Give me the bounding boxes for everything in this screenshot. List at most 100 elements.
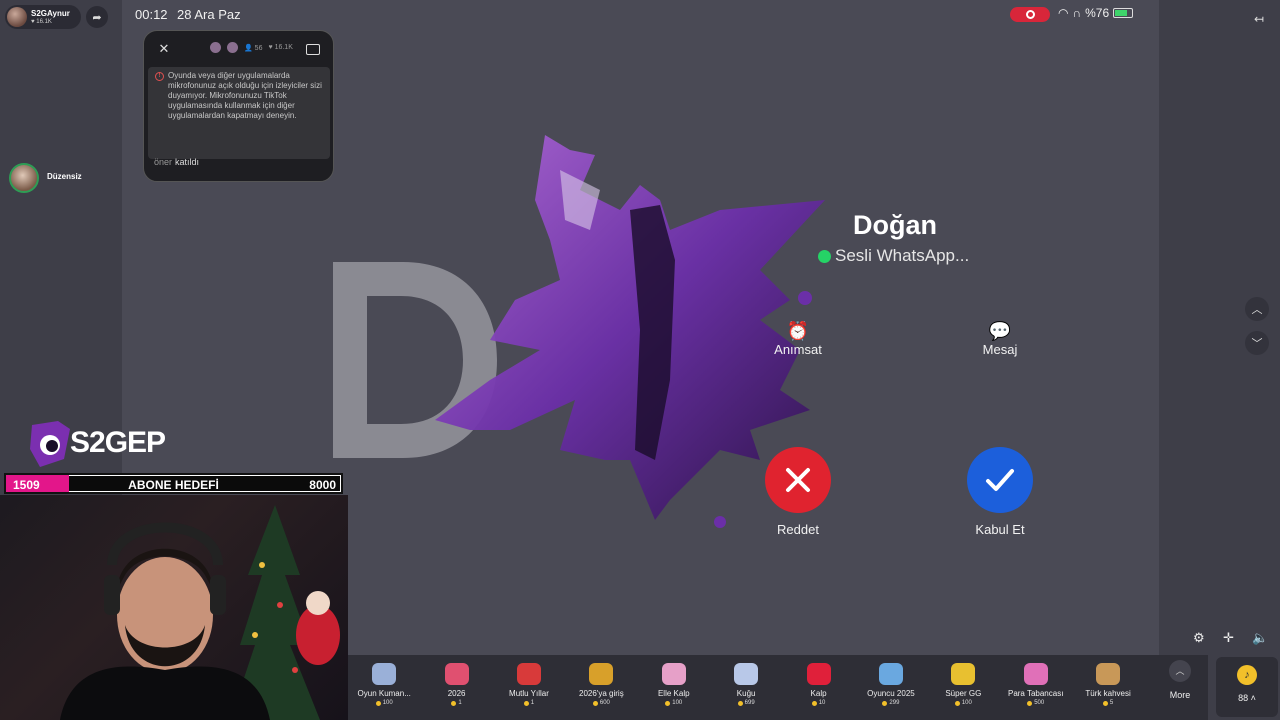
gift-item[interactable]: Kalp 10 [782, 655, 854, 720]
gift-bar: Oyun Kuman... 100 2026 1 Mutlu Yıllar 1 2026'y… [348, 655, 1208, 720]
record-icon [1025, 10, 1035, 19]
window-icon[interactable] [306, 44, 320, 55]
host-likes: ♥ 16.1K [31, 18, 52, 25]
gift-item[interactable]: Süper GG 100 [927, 655, 999, 720]
gift-icon [1023, 663, 1048, 685]
gift-icon [951, 663, 976, 685]
gift-name: Elle Kalp [657, 689, 690, 698]
gift-price: 1 [493, 700, 565, 706]
gift-price-value: 600 [599, 700, 610, 706]
host-chip[interactable]: S2GAynur ♥ 16.1K [5, 5, 81, 29]
overlay-stats: 👤 56 ♥ 16.1K [210, 42, 293, 53]
gift-icon [589, 663, 614, 685]
coin-icon [375, 700, 381, 706]
message-button[interactable]: 💬 Mesaj [970, 320, 1030, 357]
status-icons: ◠ ∩ %76 [1058, 6, 1134, 20]
gift-name: 2026 [447, 689, 466, 698]
coin-icon [451, 700, 457, 706]
host-name: S2GAynur [31, 8, 70, 18]
gift-price-value: 100 [672, 700, 683, 706]
decline-label: Reddet [777, 522, 819, 537]
coin-icon [1102, 700, 1108, 706]
gift-icon [516, 663, 541, 685]
volume-icon[interactable]: 🔈 [1252, 630, 1268, 646]
gift-price: 5 [1072, 700, 1144, 706]
gift-icon [878, 663, 903, 685]
like-count-value: 16.1K [274, 44, 293, 51]
gift-item[interactable]: Kuğu 699 [710, 655, 782, 720]
gift-price: 100 [348, 700, 420, 706]
viewer-avatar[interactable] [9, 163, 39, 193]
mini-avatar [227, 42, 238, 53]
close-icon [786, 468, 810, 492]
battery-level [1115, 10, 1128, 16]
chevron-up-icon[interactable]: ︿ [1245, 297, 1269, 321]
gift-price-value: 100 [382, 700, 393, 706]
gift-icon [372, 663, 397, 685]
collapse-panel-icon[interactable]: ↤ [1254, 12, 1264, 26]
subscriber-goal-bar: 1509 ABONE HEDEFİ 8000 [4, 473, 343, 494]
tiktok-coin-icon: ♪ [1237, 665, 1257, 685]
gift-item[interactable]: 2026'ya giriş 600 [565, 655, 637, 720]
live-overlay-card: ✕ 👤 56 ♥ 16.1K ! Oyunda veya diğer uygul… [143, 30, 334, 182]
battery-percent: %76 [1085, 6, 1110, 20]
decline-button[interactable] [765, 447, 831, 513]
gift-price: 100 [638, 700, 710, 706]
coin-wallet[interactable]: ♪ 88 ˄ [1216, 657, 1278, 717]
gift-item[interactable]: Para Tabancası 500 [1000, 655, 1072, 720]
host-likes-count: 16.1K [36, 18, 52, 25]
accept-button[interactable] [967, 447, 1033, 513]
gift-item[interactable]: Elle Kalp 100 [638, 655, 710, 720]
gift-item[interactable]: Oyun Kuman... 100 [348, 655, 420, 720]
gift-icon [806, 663, 831, 685]
close-icon[interactable]: ✕ [154, 41, 174, 61]
chevron-up-icon: ︿ [1169, 660, 1191, 682]
mic-warning: ! Oyunda veya diğer uygulamalarda mikrof… [148, 67, 330, 159]
coin-icon [954, 700, 960, 706]
gift-name: Oyuncu 2025 [867, 689, 915, 698]
minimize-icon[interactable]: ✛ [1223, 630, 1234, 646]
gift-icon [734, 663, 759, 685]
more-gifts-button[interactable]: ︿ More [1160, 660, 1200, 700]
gift-price: 600 [565, 700, 637, 706]
whatsapp-icon [818, 249, 831, 263]
gift-item[interactable]: 2026 1 [420, 655, 492, 720]
gift-price-value: 699 [744, 700, 755, 706]
caller-name: Doğan [853, 210, 937, 240]
gift-name: 2026'ya giriş [579, 689, 624, 698]
coin-icon [665, 700, 671, 706]
viewer-name: Düzensiz [47, 172, 82, 181]
webcam-scene [60, 505, 340, 720]
gift-item[interactable]: Oyuncu 2025 299 [855, 655, 927, 720]
gift-price-value: 1 [530, 700, 535, 706]
like-count: ♥ 16.1K [268, 44, 293, 51]
coin-icon [1027, 700, 1033, 706]
goal-title: ABONE HEDEFİ [128, 478, 219, 492]
battery-icon [1113, 8, 1134, 18]
call-type-label: Sesli WhatsApp... [835, 246, 970, 265]
status-date: 28 Ara Paz [177, 7, 241, 22]
share-icon[interactable]: ➦ [86, 6, 108, 28]
gift-price-value: 100 [961, 700, 972, 706]
chevron-down-icon[interactable]: ﹀ [1245, 331, 1269, 355]
streamer-webcam [0, 495, 348, 720]
joined-text: katıldı [175, 157, 200, 167]
gift-price-value: 10 [818, 700, 826, 706]
remind-button[interactable]: ⏰ Anımsat [768, 320, 828, 357]
warning-icon: ! [155, 72, 164, 81]
gift-name: Süper GG [945, 689, 982, 698]
screen-record-indicator[interactable] [1010, 7, 1050, 22]
gift-name: Türk kahvesi [1085, 689, 1131, 698]
gift-price: 699 [710, 700, 782, 706]
settings-icon[interactable]: ⚙ [1193, 630, 1205, 646]
gift-price-value: 299 [889, 700, 900, 706]
status-time: 00:12 [135, 7, 168, 22]
gift-item[interactable]: Mutlu Yıllar 1 [493, 655, 565, 720]
gift-price: 299 [855, 700, 927, 706]
gift-item[interactable]: Türk kahvesi 5 [1072, 655, 1144, 720]
host-avatar [7, 7, 27, 27]
joined-message: öner katıldı [154, 157, 199, 167]
gift-price: 10 [782, 700, 854, 706]
coin-icon [882, 700, 888, 706]
alarm-clock-icon: ⏰ [786, 321, 810, 341]
